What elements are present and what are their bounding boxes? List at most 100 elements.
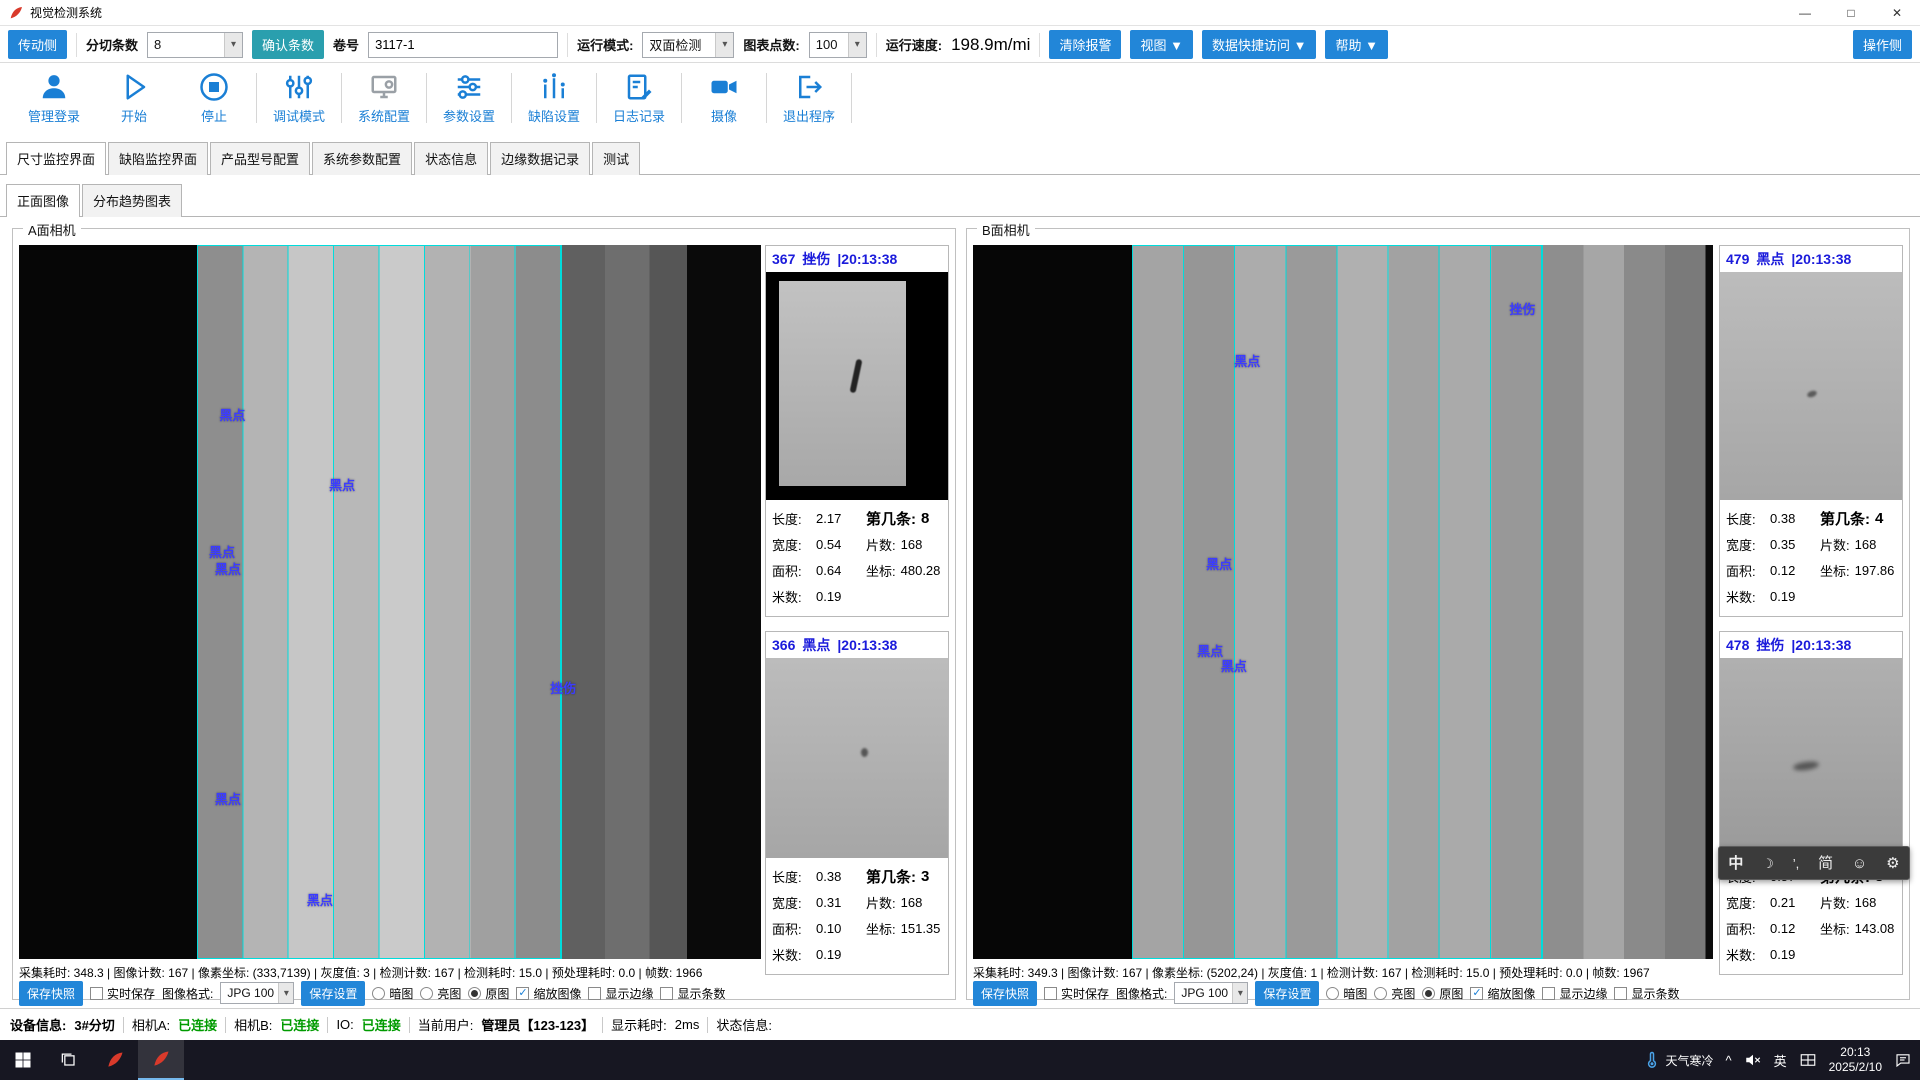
maximize-button[interactable]: □ xyxy=(1828,0,1874,25)
checkbox-box[interactable]: ✓ xyxy=(516,987,529,1000)
tab-product-model-config[interactable]: 产品型号配置 xyxy=(210,142,310,175)
zoom-image-checkbox[interactable]: ✓缩放图像 xyxy=(1470,985,1535,1002)
user-icon xyxy=(39,72,69,102)
bright-image-radio[interactable]: 亮图 xyxy=(420,985,461,1002)
save-settings-button[interactable]: 保存设置 xyxy=(301,981,365,1006)
tab-size-monitor[interactable]: 尺寸监控界面 xyxy=(6,142,106,175)
tab-status-info[interactable]: 状态信息 xyxy=(414,142,488,175)
admin-login-button[interactable]: 管理登录 xyxy=(14,72,94,125)
original-image-radio[interactable]: 原图 xyxy=(468,985,509,1002)
defect-settings-button[interactable]: 缺陷设置 xyxy=(514,72,594,125)
ime-simplified-mode[interactable]: 简 xyxy=(1818,856,1833,871)
drive-side-button[interactable]: 传动侧 xyxy=(8,30,67,59)
taskbar-clock[interactable]: 20:13 2025/2/10 xyxy=(1829,1045,1882,1075)
save-snapshot-button[interactable]: 保存快照 xyxy=(19,981,83,1006)
realtime-save-checkbox[interactable]: 实时保存 xyxy=(1044,985,1109,1002)
tab-test[interactable]: 测试 xyxy=(592,142,640,175)
show-edges-checkbox[interactable]: 显示边缘 xyxy=(588,985,653,1002)
checkbox-box[interactable] xyxy=(660,987,673,1000)
defect-card[interactable]: 479 黑点 |20:13:38 长度:0.38第几条:4 宽度:0.35片数:… xyxy=(1719,245,1903,617)
save-snapshot-button[interactable]: 保存快照 xyxy=(973,981,1037,1006)
defect-mark: 黑点 xyxy=(329,475,355,494)
task-view-button[interactable] xyxy=(46,1040,92,1080)
checkbox-box[interactable] xyxy=(90,987,103,1000)
confirm-count-button[interactable]: 确认条数 xyxy=(252,30,324,59)
chevron-down-icon[interactable]: ▾ xyxy=(278,983,293,1003)
show-edges-checkbox[interactable]: 显示边缘 xyxy=(1542,985,1607,1002)
checkbox-box[interactable]: ✓ xyxy=(1470,987,1483,1000)
start-button[interactable]: 开始 xyxy=(94,72,174,125)
data-quick-access-menu-button[interactable]: 数据快捷访问 ▼ xyxy=(1202,30,1316,59)
emoji-icon[interactable]: ☺ xyxy=(1852,856,1867,871)
moon-icon[interactable]: ☽ xyxy=(1762,857,1774,870)
clear-alarm-button[interactable]: 清除报警 xyxy=(1049,30,1121,59)
defect-card[interactable]: 478 挫伤 |20:13:38 长度:0.57第几条:3 宽度:0.21片数:… xyxy=(1719,631,1903,975)
chevron-down-icon[interactable]: ▾ xyxy=(1232,983,1247,1003)
ime-chinese-mode[interactable]: 中 xyxy=(1728,856,1743,871)
realtime-save-checkbox[interactable]: 实时保存 xyxy=(90,985,155,1002)
parameter-settings-button[interactable]: 参数设置 xyxy=(429,72,509,125)
checkbox-box[interactable] xyxy=(1614,987,1627,1000)
checkbox-box[interactable] xyxy=(1542,987,1555,1000)
start-button[interactable] xyxy=(0,1040,46,1080)
minimize-button[interactable]: — xyxy=(1782,0,1828,25)
taskbar-weather[interactable]: 天气寒冷 xyxy=(1643,1051,1713,1069)
stop-button[interactable]: 停止 xyxy=(174,72,254,125)
app-logo-icon xyxy=(151,1049,171,1069)
camera-a-image[interactable]: 黑点 黑点 黑点 黑点 挫伤 黑点 黑点 xyxy=(19,245,761,959)
log-record-button[interactable]: 日志记录 xyxy=(599,72,679,125)
taskbar-app-inspection[interactable] xyxy=(92,1040,138,1080)
exit-program-button[interactable]: 退出程序 xyxy=(769,72,849,125)
show-strip-count-checkbox[interactable]: 显示条数 xyxy=(1614,985,1679,1002)
run-mode-select[interactable]: 双面检测 ▾ xyxy=(642,32,734,58)
checkbox-box[interactable] xyxy=(1044,987,1057,1000)
chart-points-select[interactable]: 100 ▾ xyxy=(809,32,867,58)
defect-card[interactable]: 366 黑点 |20:13:38 长度:0.38第几条:3 宽度:0.31片数:… xyxy=(765,631,949,975)
tab-front-image[interactable]: 正面图像 xyxy=(6,184,80,217)
tab-edge-data-record[interactable]: 边缘数据记录 xyxy=(490,142,590,175)
defect-mark: 黑点 xyxy=(215,559,241,578)
hidden-icons-button[interactable]: ^ xyxy=(1725,1053,1731,1068)
show-strip-count-checkbox[interactable]: 显示条数 xyxy=(660,985,725,1002)
view-menu-button[interactable]: 视图 ▼ xyxy=(1130,30,1192,59)
defect-card-header: 479 黑点 |20:13:38 xyxy=(1720,246,1902,272)
gear-icon[interactable]: ⚙ xyxy=(1886,856,1899,871)
bright-image-radio[interactable]: 亮图 xyxy=(1374,985,1415,1002)
defect-card-header: 478 挫伤 |20:13:38 xyxy=(1720,632,1902,658)
dark-image-radio[interactable]: 暗图 xyxy=(1326,985,1367,1002)
camera-record-button[interactable]: 摄像 xyxy=(684,72,764,125)
taskbar-app-inspection-active[interactable] xyxy=(138,1040,184,1080)
speaker-mute-icon[interactable] xyxy=(1744,1051,1762,1069)
system-config-button[interactable]: 系统配置 xyxy=(344,72,424,125)
image-format-select[interactable]: JPG 100▾ xyxy=(1174,982,1248,1004)
checkbox-box[interactable] xyxy=(588,987,601,1000)
io-conn-status: 已连接 xyxy=(362,1015,401,1034)
punctuation-mode-icon[interactable]: ’, xyxy=(1793,857,1800,870)
chevron-down-icon[interactable]: ▾ xyxy=(848,33,866,57)
image-format-select[interactable]: JPG 100▾ xyxy=(220,982,294,1004)
action-center-icon[interactable] xyxy=(1894,1051,1912,1069)
chevron-down-icon[interactable]: ▾ xyxy=(715,33,733,57)
operator-side-button[interactable]: 操作侧 xyxy=(1853,30,1912,59)
close-button[interactable]: ✕ xyxy=(1874,0,1920,25)
defect-card[interactable]: 367 挫伤 |20:13:38 长度:2.17第几条:8 宽度:0.54片数:… xyxy=(765,245,949,617)
app-logo-icon xyxy=(8,5,24,21)
taskbar-date: 2025/2/10 xyxy=(1829,1060,1882,1075)
defect-thumbnail xyxy=(1720,658,1902,858)
camera-b-image[interactable]: 挫伤 黑点 黑点 黑点 黑点 xyxy=(973,245,1713,959)
chevron-down-icon[interactable]: ▾ xyxy=(224,33,242,57)
roll-number-input[interactable] xyxy=(368,32,558,58)
dark-image-radio[interactable]: 暗图 xyxy=(372,985,413,1002)
help-menu-button[interactable]: 帮助 ▼ xyxy=(1325,30,1387,59)
tab-distribution-trend-chart[interactable]: 分布趋势图表 xyxy=(82,184,182,217)
split-count-select[interactable]: 8 ▾ xyxy=(147,32,243,58)
save-settings-button[interactable]: 保存设置 xyxy=(1255,981,1319,1006)
debug-mode-button[interactable]: 调试模式 xyxy=(259,72,339,125)
original-image-radio[interactable]: 原图 xyxy=(1422,985,1463,1002)
defect-mark: 黑点 xyxy=(1206,554,1232,573)
zoom-image-checkbox[interactable]: ✓缩放图像 xyxy=(516,985,581,1002)
touch-keyboard-icon[interactable] xyxy=(1799,1051,1817,1069)
ime-language-indicator[interactable]: 英 xyxy=(1774,1051,1787,1070)
tab-defect-monitor[interactable]: 缺陷监控界面 xyxy=(108,142,208,175)
tab-system-param-config[interactable]: 系统参数配置 xyxy=(312,142,412,175)
